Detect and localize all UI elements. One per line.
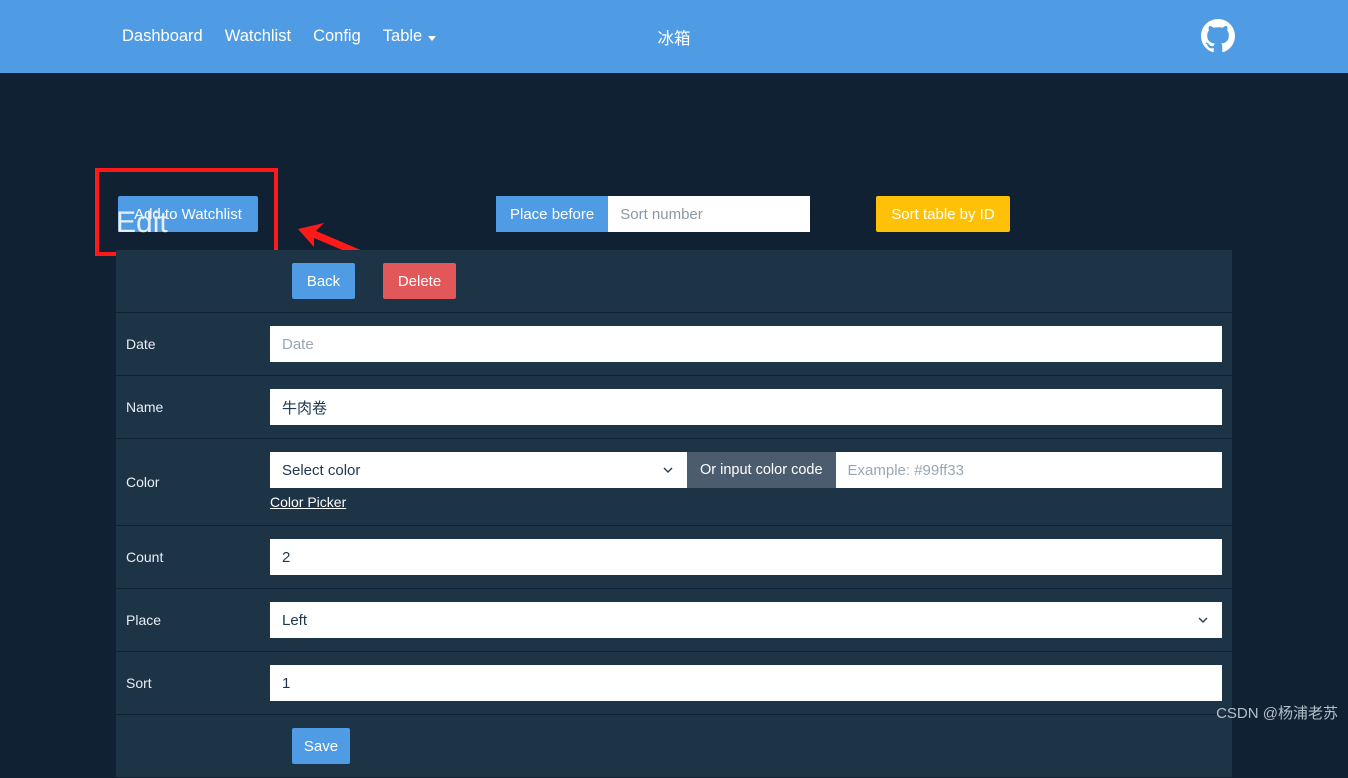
- table-row-sort: Sort: [116, 651, 1232, 715]
- nav-link-config[interactable]: Config: [313, 28, 361, 45]
- color-select[interactable]: Select color: [270, 452, 687, 488]
- row-field-date: [270, 312, 1232, 376]
- name-input[interactable]: [270, 389, 1222, 425]
- table-row-actions: Back Delete: [116, 250, 1232, 313]
- place-select[interactable]: Left: [270, 602, 1222, 638]
- color-code-input[interactable]: [835, 452, 1222, 488]
- sort-table-by-id-button[interactable]: Sort table by ID: [876, 196, 1010, 232]
- row-label-color: Color: [116, 438, 270, 526]
- place-before-group: Place before: [496, 196, 811, 232]
- chevron-down-icon: [428, 35, 437, 41]
- chevron-down-icon: [1198, 617, 1208, 623]
- action-buttons: Back Delete: [270, 250, 1232, 312]
- row-label-empty-save: [116, 714, 270, 778]
- row-field-name: [270, 375, 1232, 439]
- delete-button[interactable]: Delete: [383, 263, 456, 299]
- page-title: Edit: [116, 206, 168, 239]
- nav-link-dashboard[interactable]: Dashboard: [122, 28, 203, 45]
- row-field-place: Left: [270, 588, 1232, 652]
- table-row-name: Name: [116, 375, 1232, 439]
- table-row-save: Save: [116, 714, 1232, 778]
- table-row-place: Place Left: [116, 588, 1232, 652]
- color-input-group: Select color Or input color code: [270, 452, 1222, 488]
- save-button-wrap: Save: [270, 715, 1232, 777]
- place-select-value: Left: [282, 611, 308, 629]
- nav-link-watchlist[interactable]: Watchlist: [225, 28, 291, 45]
- navbar: Dashboard Watchlist Config Table 冰箱: [0, 0, 1348, 73]
- github-icon[interactable]: [1201, 19, 1235, 53]
- row-label-empty: [116, 250, 270, 313]
- nav-dropdown-table[interactable]: Table: [382, 27, 437, 46]
- watermark: CSDN @杨浦老苏: [1216, 705, 1338, 722]
- table-row-date: Date: [116, 312, 1232, 376]
- row-label-place: Place: [116, 588, 270, 652]
- table-row-count: Count: [116, 525, 1232, 589]
- edit-form-table: Back Delete Date Name Color Select col: [116, 250, 1232, 778]
- nav-dropdown-table-label: Table: [382, 27, 423, 46]
- sort-number-input[interactable]: [608, 196, 811, 232]
- row-save-cell: Save: [270, 714, 1232, 778]
- place-before-button[interactable]: Place before: [496, 196, 609, 232]
- color-code-addon-label: Or input color code: [687, 452, 836, 488]
- color-picker-link[interactable]: Color Picker: [270, 494, 346, 510]
- row-label-date: Date: [116, 312, 270, 376]
- row-actions-cell: Back Delete: [270, 250, 1232, 313]
- toolbar: Add to Watchlist Place before Sort table…: [0, 73, 1348, 277]
- row-label-name: Name: [116, 375, 270, 439]
- nav-links: Dashboard Watchlist Config Table: [122, 27, 437, 46]
- save-button[interactable]: Save: [292, 728, 350, 764]
- row-field-sort: [270, 651, 1232, 715]
- row-label-sort: Sort: [116, 651, 270, 715]
- row-label-count: Count: [116, 525, 270, 589]
- color-select-value: Select color: [282, 461, 361, 479]
- row-field-count: [270, 525, 1232, 589]
- sort-input[interactable]: [270, 665, 1222, 701]
- date-input[interactable]: [270, 326, 1222, 362]
- count-input[interactable]: [270, 539, 1222, 575]
- chevron-down-icon: [663, 467, 673, 473]
- row-field-color: Select color Or input color code Color P…: [270, 438, 1232, 526]
- back-button[interactable]: Back: [292, 263, 355, 299]
- table-row-color: Color Select color Or input color code C…: [116, 438, 1232, 526]
